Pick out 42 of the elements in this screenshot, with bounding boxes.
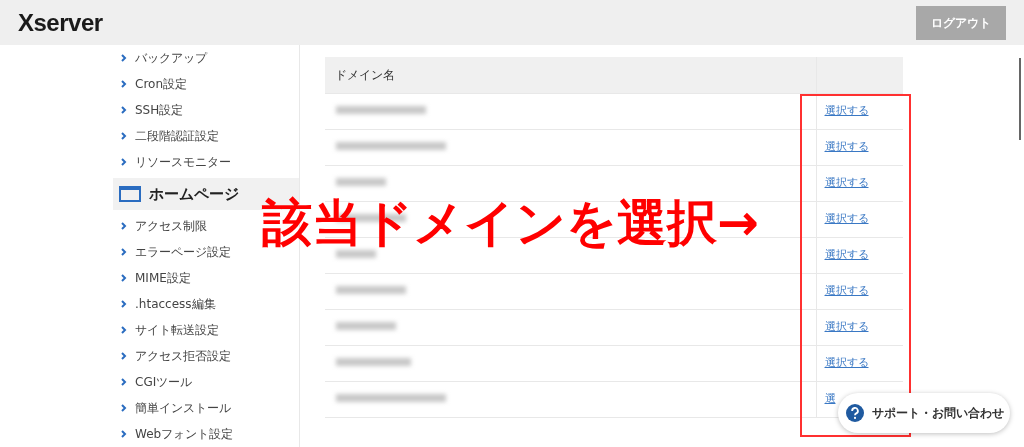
chevron-icon bbox=[121, 378, 127, 386]
sidebar-item[interactable]: バックアップ bbox=[113, 45, 299, 71]
chevron-icon bbox=[121, 80, 127, 88]
chevron-icon bbox=[121, 248, 127, 256]
help-icon bbox=[846, 402, 864, 424]
sidebar-item[interactable]: リソースモニター bbox=[113, 149, 299, 175]
select-link[interactable]: 選択する bbox=[824, 355, 869, 369]
window-icon bbox=[119, 186, 141, 202]
chevron-icon bbox=[121, 352, 127, 360]
chevron-icon bbox=[121, 132, 127, 140]
sidebar-item[interactable]: Webフォント設定 bbox=[113, 421, 299, 447]
sidebar-item[interactable]: 二段階認証設定 bbox=[113, 123, 299, 149]
chevron-icon bbox=[121, 430, 127, 438]
annotation-text: 該当ドメインを選択→ bbox=[262, 193, 759, 253]
select-link[interactable]: 選択する bbox=[824, 175, 869, 189]
column-header: ドメイン名 bbox=[325, 57, 816, 93]
select-link[interactable]: 選択する bbox=[824, 103, 869, 117]
chevron-icon bbox=[121, 274, 127, 282]
chevron-icon bbox=[121, 326, 127, 334]
chevron-icon bbox=[121, 158, 127, 166]
sidebar-item[interactable]: サイト転送設定 bbox=[113, 317, 299, 343]
section-heading: ホームページ bbox=[149, 183, 239, 205]
select-link[interactable]: 選択する bbox=[824, 211, 869, 225]
select-link[interactable]: 選択する bbox=[824, 139, 869, 153]
sidebar-item[interactable]: アクセス拒否設定 bbox=[113, 343, 299, 369]
select-link[interactable]: 選択する bbox=[824, 283, 869, 297]
sidebar-item[interactable]: .htaccess編集 bbox=[113, 291, 299, 317]
sidebar-item[interactable]: SSH設定 bbox=[113, 97, 299, 123]
sidebar-item[interactable]: MIME設定 bbox=[113, 265, 299, 291]
select-link[interactable]: 選択する bbox=[824, 319, 869, 333]
chevron-icon bbox=[121, 54, 127, 62]
select-link[interactable]: 選択する bbox=[824, 247, 869, 261]
sidebar-item[interactable]: 簡単インストール bbox=[113, 395, 299, 421]
support-button[interactable]: サポート・お問い合わせ bbox=[838, 393, 1010, 433]
sidebar-item[interactable]: Cron設定 bbox=[113, 71, 299, 97]
logo: Xserver bbox=[18, 7, 103, 38]
chevron-icon bbox=[121, 222, 127, 230]
chevron-icon bbox=[121, 106, 127, 114]
chevron-icon bbox=[121, 300, 127, 308]
select-link[interactable]: 選 bbox=[824, 391, 836, 405]
chevron-icon bbox=[121, 404, 127, 412]
sidebar-item[interactable]: CGIツール bbox=[113, 369, 299, 395]
